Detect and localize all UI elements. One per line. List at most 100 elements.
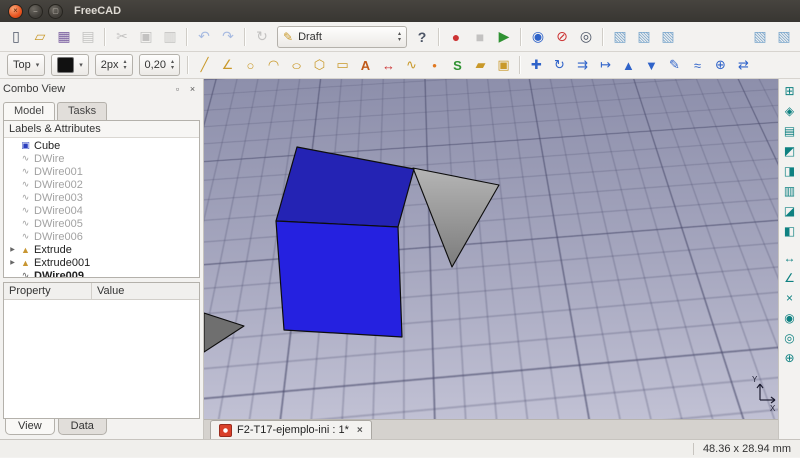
open-file-icon[interactable]: ▱ bbox=[29, 26, 51, 48]
bounding-box-icon[interactable]: ▧ bbox=[609, 26, 631, 48]
3d-viewport[interactable]: Y X bbox=[204, 79, 778, 419]
draft-text-icon[interactable]: A bbox=[355, 55, 376, 75]
expander-icon[interactable]: ▶ bbox=[8, 259, 17, 266]
document-tab[interactable]: F2-T17-ejemplo-ini : 1* × bbox=[210, 420, 372, 439]
tree-item-dwire005[interactable]: ∿ DWire005 bbox=[4, 217, 199, 230]
cube-top-face[interactable] bbox=[276, 147, 414, 227]
document-tab-close-icon[interactable]: × bbox=[357, 425, 363, 436]
line-width-spinner[interactable]: ▴ ▾ bbox=[124, 59, 127, 71]
working-plane-button[interactable]: Top ▾ bbox=[7, 54, 45, 76]
draft-shapestring-icon[interactable]: S bbox=[447, 55, 468, 75]
view-isometric-icon[interactable]: ◈ bbox=[781, 102, 799, 120]
bounding-box-icon[interactable]: ▧ bbox=[657, 26, 679, 48]
undo-icon[interactable]: ↶ bbox=[193, 26, 215, 48]
property-body[interactable] bbox=[4, 300, 199, 418]
draft-dimension-icon[interactable]: ↔ bbox=[378, 55, 399, 75]
tree-item-extrude[interactable]: ▶ ▲ Extrude bbox=[4, 243, 199, 256]
panel-close-button[interactable]: × bbox=[185, 83, 200, 96]
measure-clear-icon[interactable]: × bbox=[781, 289, 799, 307]
tree-item-dwire006[interactable]: ∿ DWire006 bbox=[4, 230, 199, 243]
draft-mirror-icon[interactable]: ⇄ bbox=[733, 55, 754, 75]
measure-toggle-icon[interactable]: ◉ bbox=[781, 309, 799, 327]
paste-icon[interactable]: ▥ bbox=[159, 26, 181, 48]
clipping-plane-icon[interactable]: ⊘ bbox=[551, 26, 573, 48]
view-left-icon[interactable]: ◧ bbox=[781, 222, 799, 240]
draft-downgrade-icon[interactable]: ▼ bbox=[641, 55, 662, 75]
tree-item-dwire004[interactable]: ∿ DWire004 bbox=[4, 204, 199, 217]
save-icon[interactable]: ▦ bbox=[53, 26, 75, 48]
macro-stop-icon[interactable]: ■ bbox=[469, 26, 491, 48]
measure-snap-icon[interactable]: ⊕ bbox=[781, 349, 799, 367]
draft-rotate-icon[interactable]: ↻ bbox=[549, 55, 570, 75]
view-fit-all-icon[interactable]: ⊞ bbox=[781, 82, 799, 100]
view-rear-icon[interactable]: ▥ bbox=[781, 182, 799, 200]
line-width-selector[interactable]: 2px ▴ ▾ bbox=[95, 54, 133, 76]
color-swatch bbox=[57, 57, 74, 73]
draft-ellipse-icon[interactable]: ○ bbox=[282, 55, 311, 75]
print-icon[interactable]: ▤ bbox=[77, 26, 99, 48]
macro-play-icon[interactable]: ▶ bbox=[493, 26, 515, 48]
scene-inspector-icon[interactable]: ◎ bbox=[575, 26, 597, 48]
draft-polyline-icon[interactable]: ∠ bbox=[217, 55, 238, 75]
view-right-icon[interactable]: ◨ bbox=[781, 162, 799, 180]
workbench-selector[interactable]: ✎ Draft ▴ ▾ bbox=[277, 26, 407, 48]
view-bottom-icon[interactable]: ◪ bbox=[781, 202, 799, 220]
bounding-box-icon[interactable]: ▧ bbox=[773, 26, 795, 48]
window-maximize-button[interactable]: ▢ bbox=[48, 4, 63, 19]
measure-toggle-all-icon[interactable]: ◎ bbox=[781, 329, 799, 347]
tab-view[interactable]: View bbox=[5, 419, 55, 435]
tree-item-extrude001[interactable]: ▶ ▲ Extrude001 bbox=[4, 256, 199, 269]
draft-wire-to-bspline-icon[interactable]: ≈ bbox=[687, 55, 708, 75]
measure-distance-icon[interactable]: ↔ bbox=[781, 249, 799, 267]
tab-tasks[interactable]: Tasks bbox=[57, 102, 107, 120]
expander-icon[interactable]: ▶ bbox=[8, 246, 17, 253]
zoom-search-icon[interactable]: ◉ bbox=[527, 26, 549, 48]
tree-item-dwire[interactable]: ∿ DWire bbox=[4, 152, 199, 165]
measure-angle-icon[interactable]: ∠ bbox=[781, 269, 799, 287]
window-close-button[interactable]: × bbox=[8, 4, 23, 19]
draft-offset-icon[interactable]: ⇉ bbox=[572, 55, 593, 75]
draft-upgrade-icon[interactable]: ▲ bbox=[618, 55, 639, 75]
clipped-triangle-object[interactable] bbox=[204, 313, 244, 352]
draft-polygon-icon[interactable]: ⬡ bbox=[309, 55, 330, 75]
line-color-picker[interactable]: ▾ bbox=[51, 54, 89, 76]
tree-item-dwire002[interactable]: ∿ DWire002 bbox=[4, 178, 199, 191]
bounding-box-icon[interactable]: ▧ bbox=[749, 26, 771, 48]
cut-icon[interactable]: ✂ bbox=[111, 26, 133, 48]
view-top-icon[interactable]: ◩ bbox=[781, 142, 799, 160]
draft-add-point-icon[interactable]: ⊕ bbox=[710, 55, 731, 75]
gray-triangle-object[interactable] bbox=[413, 168, 499, 267]
tree-item-cube[interactable]: ▣ Cube bbox=[4, 139, 199, 152]
tab-data[interactable]: Data bbox=[58, 419, 107, 435]
new-document-icon[interactable]: ▯ bbox=[5, 26, 27, 48]
scale-spinbox[interactable]: 0,20 ▴ ▾ bbox=[139, 54, 180, 76]
tab-model[interactable]: Model bbox=[3, 102, 55, 120]
panel-float-button[interactable]: ▫ bbox=[170, 83, 185, 96]
macro-record-icon[interactable]: ● bbox=[445, 26, 467, 48]
scene-overlay[interactable]: Y X bbox=[204, 79, 778, 419]
draft-circle-icon[interactable]: ○ bbox=[240, 55, 261, 75]
refresh-icon[interactable]: ↻ bbox=[251, 26, 273, 48]
draft-edit-icon[interactable]: ✎ bbox=[664, 55, 685, 75]
draft-facebinder-icon[interactable]: ▰ bbox=[470, 55, 491, 75]
draft-point-icon[interactable]: • bbox=[424, 55, 445, 75]
copy-icon[interactable]: ▣ bbox=[135, 26, 157, 48]
cube-front-face[interactable] bbox=[276, 221, 402, 337]
draft-rectangle-icon[interactable]: ▭ bbox=[332, 55, 353, 75]
redo-icon[interactable]: ↷ bbox=[217, 26, 239, 48]
scale-spinner[interactable]: ▴ ▾ bbox=[171, 59, 174, 71]
tree-item-dwire001[interactable]: ∿ DWire001 bbox=[4, 165, 199, 178]
bounding-box-icon[interactable]: ▧ bbox=[633, 26, 655, 48]
view-front-icon[interactable]: ▤ bbox=[781, 122, 799, 140]
tree-item-dwire009[interactable]: ∿ DWire009 bbox=[4, 269, 199, 277]
tree-item-dwire003[interactable]: ∿ DWire003 bbox=[4, 191, 199, 204]
tree-list[interactable]: ▣ Cube ∿ DWire ∿ DWire001 ∿ DWire002 bbox=[4, 138, 199, 277]
window-minimize-button[interactable]: – bbox=[28, 4, 43, 19]
draft-line-icon[interactable]: ╱ bbox=[194, 55, 215, 75]
workbench-dropdown-arrows[interactable]: ▴ ▾ bbox=[398, 31, 401, 43]
draft-move-icon[interactable]: ✚ bbox=[526, 55, 547, 75]
draft-clone-icon[interactable]: ▣ bbox=[493, 55, 514, 75]
draft-bspline-icon[interactable]: ∿ bbox=[401, 55, 422, 75]
draft-trimex-icon[interactable]: ↦ bbox=[595, 55, 616, 75]
whats-this-icon[interactable]: ? bbox=[411, 26, 433, 48]
